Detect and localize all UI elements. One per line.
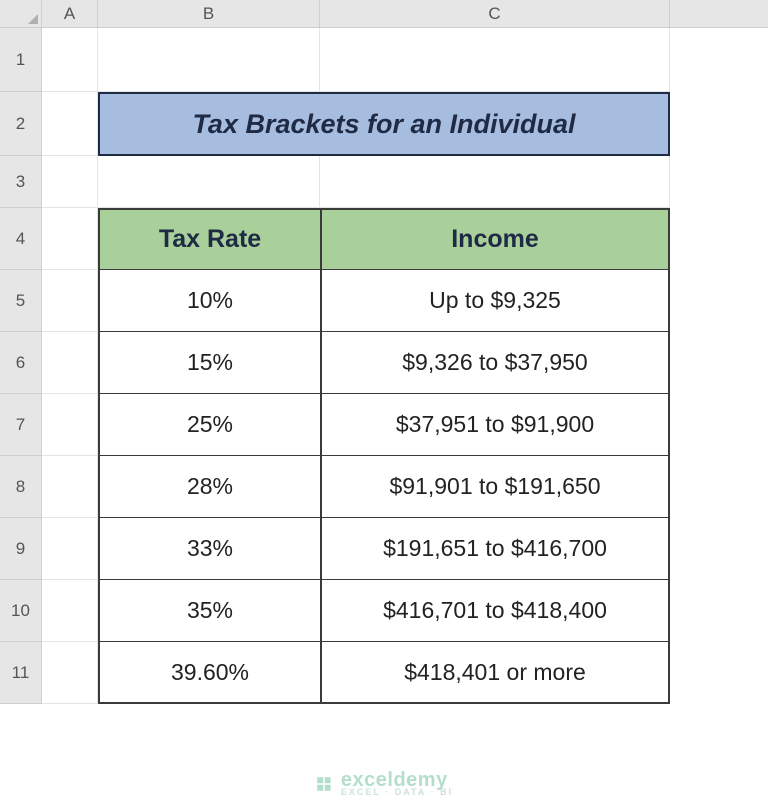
table-header-income[interactable]: Income	[320, 208, 670, 270]
cell-B3[interactable]	[98, 156, 320, 208]
page-title[interactable]: Tax Brackets for an Individual	[98, 92, 670, 156]
row-header-11[interactable]: 11	[0, 642, 42, 704]
table-row[interactable]: $418,401 or more	[320, 642, 670, 704]
table-row[interactable]: 33%	[98, 518, 320, 580]
col-header-B[interactable]: B	[98, 0, 320, 27]
row-header-10[interactable]: 10	[0, 580, 42, 642]
table-row[interactable]: Up to $9,325	[320, 270, 670, 332]
cell-C1[interactable]	[320, 28, 670, 92]
row-header-4[interactable]: 4	[0, 208, 42, 270]
cell-A1[interactable]	[42, 28, 98, 92]
table-row[interactable]: $416,701 to $418,400	[320, 580, 670, 642]
table-row[interactable]: 39.60%	[98, 642, 320, 704]
cell-A5[interactable]	[42, 270, 98, 332]
row-header-2[interactable]: 2	[0, 92, 42, 156]
cell-A8[interactable]	[42, 456, 98, 518]
watermark-sub: EXCEL · DATA · BI	[341, 788, 453, 797]
table-row[interactable]: 10%	[98, 270, 320, 332]
row-header-7[interactable]: 7	[0, 394, 42, 456]
table-header-rate[interactable]: Tax Rate	[98, 208, 320, 270]
table-row[interactable]: 25%	[98, 394, 320, 456]
watermark: exceldemy EXCEL · DATA · BI	[315, 770, 453, 797]
cell-B1[interactable]	[98, 28, 320, 92]
column-headers: A B C	[0, 0, 768, 28]
row-header-6[interactable]: 6	[0, 332, 42, 394]
select-all-corner[interactable]	[0, 0, 42, 27]
row-header-1[interactable]: 1	[0, 28, 42, 92]
table-row[interactable]: 15%	[98, 332, 320, 394]
col-header-C[interactable]: C	[320, 0, 670, 27]
logo-icon	[315, 775, 333, 793]
cell-A9[interactable]	[42, 518, 98, 580]
row-header-3[interactable]: 3	[0, 156, 42, 208]
row-header-5[interactable]: 5	[0, 270, 42, 332]
cell-A7[interactable]	[42, 394, 98, 456]
cell-C3[interactable]	[320, 156, 670, 208]
cell-A2[interactable]	[42, 92, 98, 156]
table-row[interactable]: 28%	[98, 456, 320, 518]
table-row[interactable]: $91,901 to $191,650	[320, 456, 670, 518]
table-row[interactable]: $37,951 to $91,900	[320, 394, 670, 456]
grid: Tax Brackets for an Individual Tax Rate …	[42, 28, 768, 704]
cell-A6[interactable]	[42, 332, 98, 394]
cell-A4[interactable]	[42, 208, 98, 270]
table-row[interactable]: 35%	[98, 580, 320, 642]
cell-A10[interactable]	[42, 580, 98, 642]
cell-A3[interactable]	[42, 156, 98, 208]
table-row[interactable]: $9,326 to $37,950	[320, 332, 670, 394]
row-header-9[interactable]: 9	[0, 518, 42, 580]
cell-A11[interactable]	[42, 642, 98, 704]
table-row[interactable]: $191,651 to $416,700	[320, 518, 670, 580]
spreadsheet: A B C 1 2 3 4 5 6 7 8 9 10 11	[0, 0, 768, 811]
col-header-A[interactable]: A	[42, 0, 98, 27]
row-headers: 1 2 3 4 5 6 7 8 9 10 11	[0, 28, 42, 704]
row-header-8[interactable]: 8	[0, 456, 42, 518]
